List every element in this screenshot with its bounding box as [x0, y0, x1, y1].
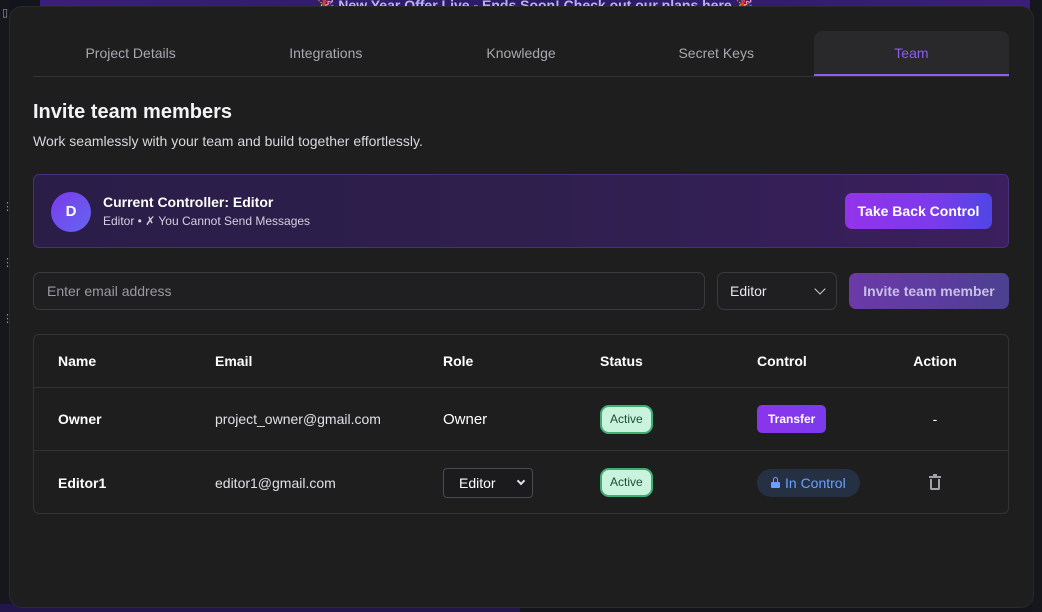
- tab-team[interactable]: Team: [813, 31, 1010, 76]
- role-dropdown[interactable]: Editor: [717, 272, 837, 310]
- role-dropdown-value: Editor: [730, 283, 767, 299]
- current-controller-card: D Current Controller: Editor Editor • ✗ …: [33, 174, 1009, 248]
- background-right-strip: [1032, 0, 1042, 612]
- table-row: Owner project_owner@gmail.com Owner Acti…: [34, 388, 1008, 451]
- sidebar-toggle-icon: ▯: [2, 7, 9, 19]
- member-name: Owner: [58, 411, 102, 427]
- column-header-role: Role: [443, 353, 474, 369]
- page-subtitle: Work seamlessly with your team and build…: [33, 133, 423, 149]
- background-left-sidebar: ▯ ⋮ ⋮ ⋮: [0, 0, 13, 612]
- action-cell: [914, 451, 956, 514]
- column-header-status: Status: [600, 353, 643, 369]
- tab-project-details[interactable]: Project Details: [33, 31, 228, 76]
- column-header-name: Name: [58, 353, 97, 369]
- action-placeholder: -: [932, 411, 938, 427]
- column-header-control: Control: [757, 353, 807, 369]
- settings-tabs: Project Details Integrations Knowledge S…: [33, 31, 1010, 77]
- controller-title: Current Controller: Editor: [103, 194, 274, 210]
- chevron-down-icon: [516, 476, 526, 485]
- team-members-table: Name Email Role Status Control Action Ow…: [33, 334, 1009, 514]
- table-row: Editor1 editor1@gmail.com Editor Active …: [34, 451, 1008, 514]
- tab-knowledge[interactable]: Knowledge: [423, 31, 618, 76]
- tab-secret-keys[interactable]: Secret Keys: [619, 31, 814, 76]
- lock-icon: [771, 477, 780, 488]
- column-header-action: Action: [913, 353, 957, 369]
- table-header-row: Name Email Role Status Control Action: [34, 335, 1008, 388]
- member-role-select[interactable]: Editor: [443, 467, 533, 498]
- email-field[interactable]: [33, 272, 705, 310]
- member-email: project_owner@gmail.com: [215, 411, 381, 427]
- take-back-control-button[interactable]: Take Back Control: [845, 193, 992, 229]
- column-header-email: Email: [215, 353, 253, 369]
- role-cell: Editor: [443, 451, 533, 514]
- member-role: Owner: [443, 410, 488, 428]
- in-control-badge: In Control: [757, 468, 860, 497]
- status-badge: Active: [600, 468, 653, 497]
- member-name: Editor1: [58, 474, 107, 491]
- page-title: Invite team members: [33, 101, 232, 123]
- project-settings-modal: Project Details Integrations Knowledge S…: [10, 7, 1033, 607]
- invite-team-member-button[interactable]: Invite team member: [849, 273, 1009, 309]
- member-email: editor1@gmail.com: [215, 474, 336, 491]
- controller-subtitle: Editor • ✗ You Cannot Send Messages: [103, 214, 311, 228]
- avatar: D: [51, 192, 91, 232]
- in-control-label: In Control: [785, 474, 846, 491]
- trash-icon[interactable]: [929, 474, 941, 490]
- control-cell: In Control: [757, 451, 860, 514]
- status-cell: Active: [600, 388, 653, 450]
- tab-integrations[interactable]: Integrations: [228, 31, 423, 76]
- transfer-control-button[interactable]: Transfer: [757, 405, 827, 433]
- status-cell: Active: [600, 451, 653, 514]
- control-cell: Transfer: [757, 388, 827, 450]
- chevron-down-icon: [814, 283, 826, 295]
- status-badge: Active: [600, 404, 653, 434]
- member-role-select-value: Editor: [459, 474, 496, 491]
